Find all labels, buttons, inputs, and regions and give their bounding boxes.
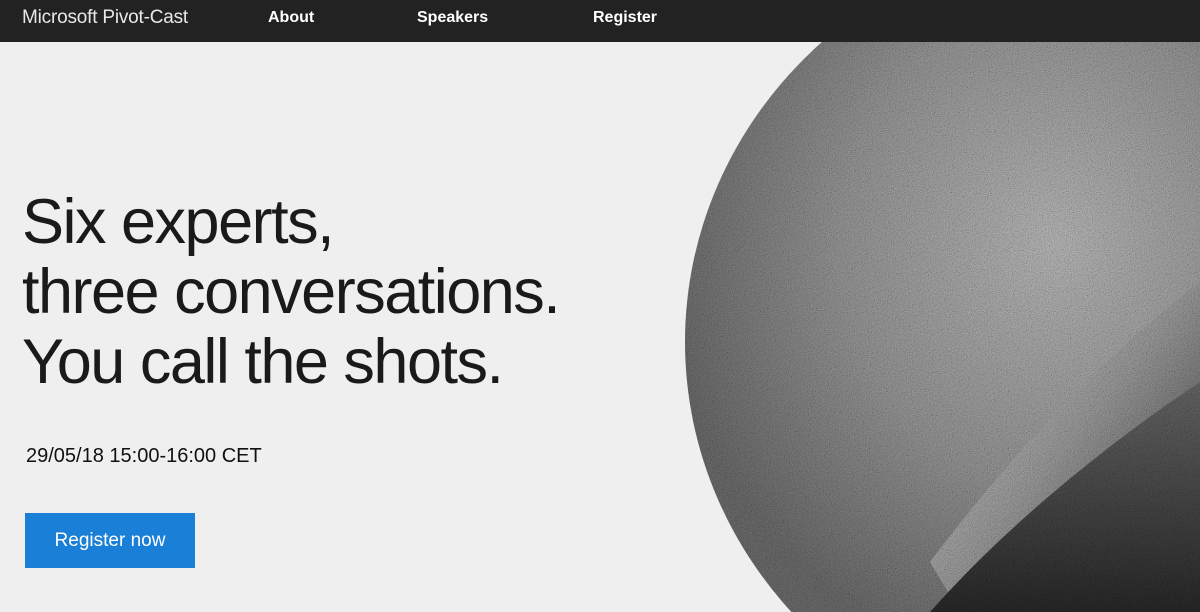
- nav-link-speakers[interactable]: Speakers: [417, 9, 488, 27]
- brand-logo-link[interactable]: Microsoft Pivot-Cast: [22, 7, 188, 29]
- register-now-button[interactable]: Register now: [25, 513, 195, 568]
- headline-line-3: You call the shots.: [22, 327, 504, 397]
- top-navbar: Microsoft Pivot-Cast About Speakers Regi…: [0, 0, 1200, 42]
- nav-link-about[interactable]: About: [268, 9, 314, 27]
- hero-section: Six experts, three conversations. You ca…: [0, 42, 1200, 612]
- nav-link-register[interactable]: Register: [593, 9, 657, 27]
- event-date: 29/05/18 15:00-16:00 CET: [26, 445, 262, 467]
- hero-headline: Six experts, three conversations. You ca…: [22, 187, 561, 397]
- headline-line-2: three conversations.: [22, 257, 561, 327]
- headline-line-1: Six experts,: [22, 187, 335, 257]
